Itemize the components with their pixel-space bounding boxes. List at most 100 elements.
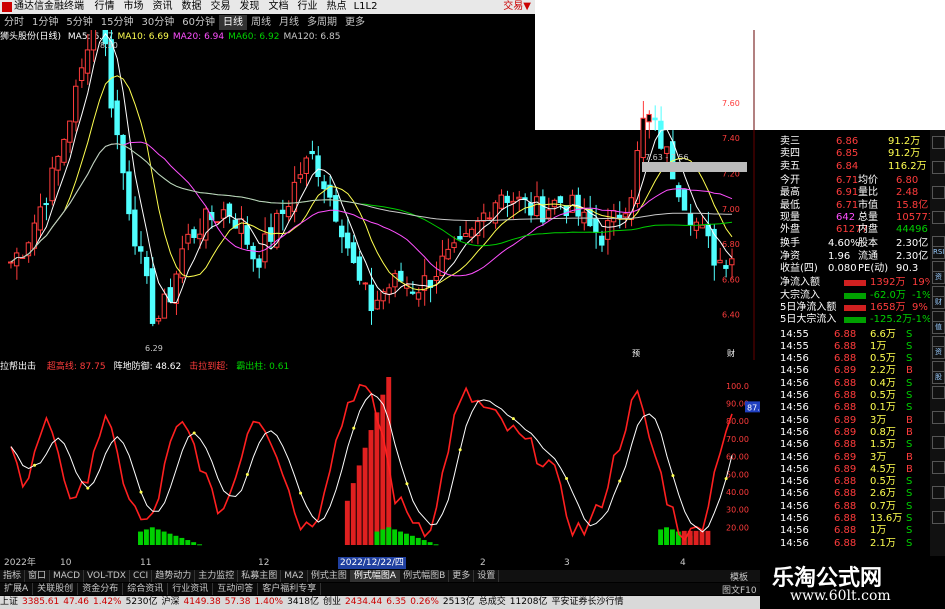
extension-tab[interactable]: 关联股创	[33, 583, 79, 595]
indicator-tab[interactable]: 窗口	[25, 570, 51, 582]
date-mark: 2	[480, 558, 486, 568]
period-tab[interactable]: 更多	[341, 15, 369, 30]
sidebar-label-icon[interactable]: 资	[932, 271, 945, 284]
candle-body	[640, 117, 646, 159]
candle-body	[362, 282, 369, 285]
indicator-tab[interactable]: 趋势动力	[152, 570, 196, 582]
tick-row: 14:56 6.88 0.1万 S	[778, 402, 930, 414]
period-tab[interactable]: 分时	[0, 15, 28, 30]
indicator-tab[interactable]: 私募主图	[238, 570, 282, 582]
period-tab[interactable]: 30分钟	[137, 15, 178, 30]
sidebar-tool-icon[interactable]	[932, 461, 945, 474]
menu-item[interactable]: 市场	[119, 0, 148, 14]
sidebar-tool-icon[interactable]	[932, 186, 945, 199]
candle-body	[37, 206, 43, 231]
menu-item[interactable]: 行情	[90, 0, 119, 14]
sidebar-label-icon[interactable]: 财	[932, 296, 945, 309]
indicator-tab[interactable]: CCI	[130, 570, 153, 582]
indicator-tab[interactable]: 例式幅图A	[350, 570, 401, 582]
sidebar-tool-icon[interactable]	[932, 486, 945, 499]
period-tab[interactable]: 60分钟	[178, 15, 219, 30]
template-button[interactable]: 模板	[730, 570, 748, 583]
sidebar-label-icon[interactable]: RSI	[932, 246, 945, 259]
stat-row: 净资 1.96 流通 2.30亿	[778, 251, 930, 263]
candle-body	[114, 100, 120, 136]
tick-direction: S	[906, 390, 913, 401]
candle-body	[646, 113, 652, 123]
candle-body	[610, 210, 617, 223]
tick-row: 14:55 6.88 6.6万 S	[778, 329, 930, 341]
event-tag[interactable]: 财	[727, 348, 735, 358]
candle-body	[717, 259, 723, 264]
stat-value: 6.71	[836, 199, 859, 211]
period-tab[interactable]: 多周期	[303, 15, 341, 30]
indicator-tab[interactable]: 例式幅图B	[400, 570, 450, 582]
tick-row: 14:56 6.88 2.6万 S	[778, 488, 930, 500]
extension-tab[interactable]: 客户福利专享	[258, 583, 322, 595]
signal-bar	[191, 542, 197, 545]
menu-item[interactable]: 发现	[235, 0, 264, 14]
flow-label: 5日大宗流入	[780, 314, 837, 326]
menu-item[interactable]: 数据	[177, 0, 206, 14]
candle-body	[469, 228, 475, 238]
menu-item[interactable]: 文档	[264, 0, 293, 14]
current-value-label: 87.83	[747, 403, 760, 412]
menu-item[interactable]: 热点	[322, 0, 351, 14]
menu-item[interactable]: 行业	[293, 0, 322, 14]
sidebar-tool-icon[interactable]	[932, 211, 945, 224]
candlestick-chart[interactable]: 7.607.407.207.006.806.606.408.506.297.63…	[0, 30, 760, 360]
menu-item[interactable]: 交易	[206, 0, 235, 14]
period-tab[interactable]: 1分钟	[28, 15, 62, 30]
event-tag[interactable]: 预	[632, 348, 640, 358]
indicator-tab[interactable]: MACD	[50, 570, 85, 582]
indicator-tab[interactable]: 更多	[449, 570, 475, 582]
tick-price: 6.89	[834, 463, 857, 475]
tick-row: 14:56 6.88 0.5万 S	[778, 390, 930, 402]
candle-body	[729, 258, 735, 266]
candle-body	[155, 317, 162, 322]
menu-item[interactable]: L1L2	[351, 0, 380, 14]
sidebar-tool-icon[interactable]	[932, 161, 945, 174]
period-tab[interactable]: 日线	[218, 15, 247, 30]
watermark-url: www.60lt.com	[790, 588, 891, 604]
sidebar-tool-icon[interactable]	[932, 411, 945, 424]
extension-tab[interactable]: 资金分布	[78, 583, 124, 595]
indicator-tab[interactable]: 主力监控	[195, 570, 239, 582]
extension-tab[interactable]: 互动问答	[213, 583, 259, 595]
level-price: 6.86	[836, 136, 859, 147]
indicator-tab[interactable]: 指标	[0, 570, 26, 582]
period-tab[interactable]: 月线	[275, 15, 303, 30]
sidebar-label-icon[interactable]: 股	[932, 371, 945, 384]
candle-body	[67, 120, 73, 143]
extension-tab[interactable]: 行业资讯	[168, 583, 214, 595]
sidebar-tool-icon[interactable]	[932, 436, 945, 449]
level-name: 卖四	[780, 148, 800, 160]
sidebar-tool-icon[interactable]	[932, 136, 945, 149]
signal-bar	[368, 430, 374, 545]
indicator-tab[interactable]: 例式主图	[308, 570, 351, 582]
extension-tab[interactable]: 扩展A	[0, 583, 34, 595]
tick-price: 6.88	[834, 353, 857, 365]
f10-button[interactable]: 图文F10	[722, 583, 757, 596]
candle-body	[652, 117, 658, 121]
period-tab[interactable]: 周线	[247, 15, 275, 30]
candle-body	[545, 209, 552, 219]
trade-menu-button[interactable]: 交易▼	[503, 0, 531, 14]
candle-body	[185, 233, 191, 244]
sidebar-tool-icon[interactable]	[932, 386, 945, 399]
sidebar-label-icon[interactable]: 资	[932, 346, 945, 359]
candle-body	[681, 189, 688, 211]
extension-tab[interactable]: 综合资讯	[123, 583, 169, 595]
indicator-tab[interactable]: MA2	[281, 570, 308, 582]
sidebar-tool-icon[interactable]	[932, 511, 945, 524]
period-tab[interactable]: 15分钟	[97, 15, 138, 30]
indicator-chart[interactable]: 100.090.0080.0070.0060.0050.0040.0030.00…	[0, 373, 760, 555]
candle-body	[43, 203, 49, 206]
indicator-tab[interactable]: VOL-TDX	[84, 570, 130, 582]
candle-body	[179, 248, 185, 279]
menu-item[interactable]: 资讯	[148, 0, 177, 14]
period-tab[interactable]: 5分钟	[62, 15, 96, 30]
indicator-tab[interactable]: 设置	[474, 570, 500, 582]
status-item: 11208亿	[509, 597, 548, 607]
sidebar-label-icon[interactable]: 值	[932, 321, 945, 334]
